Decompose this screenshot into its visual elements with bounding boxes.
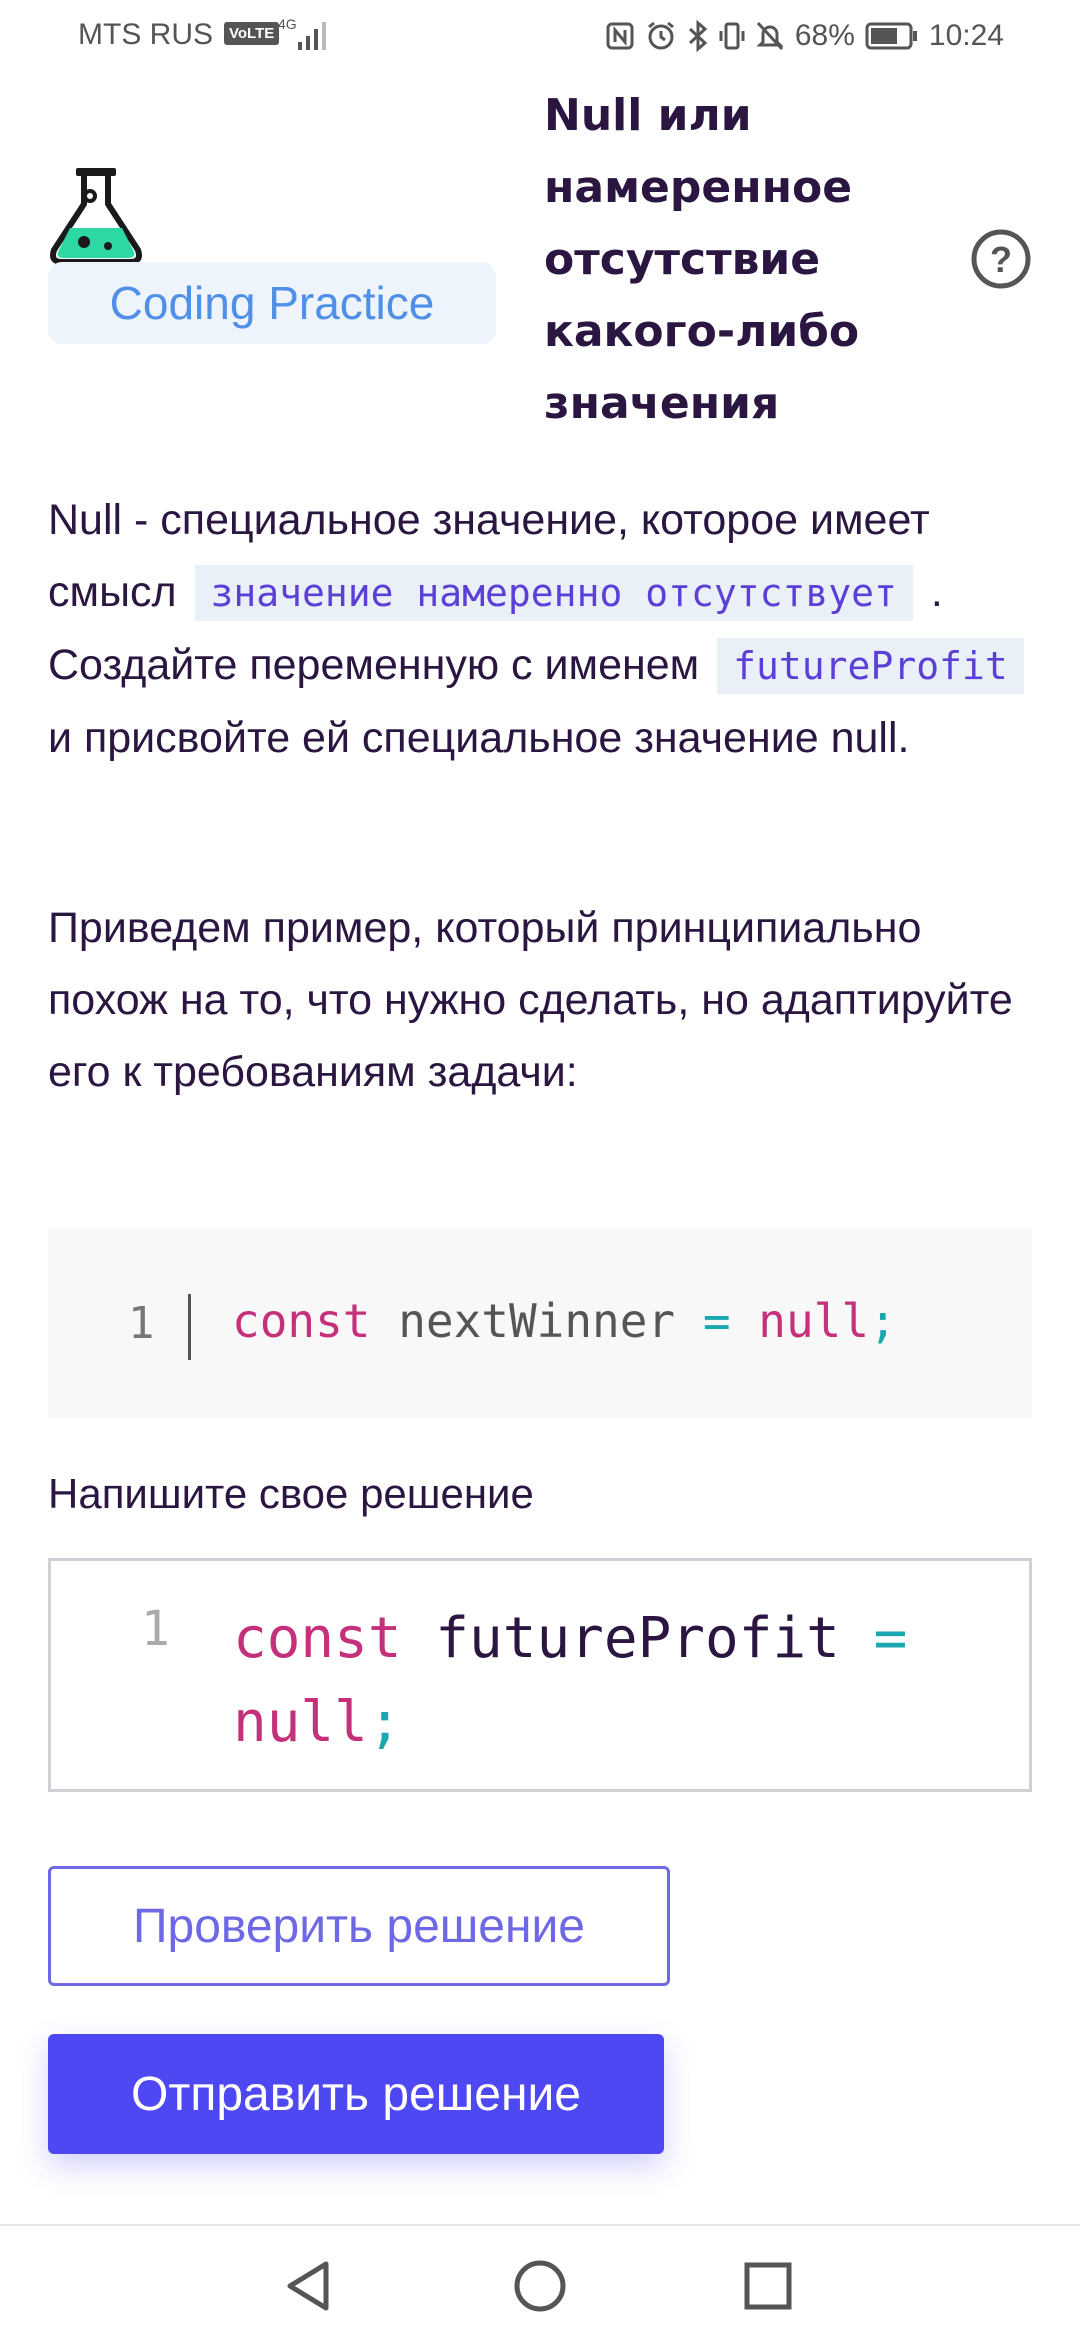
page-title: Null или намеренное отсутствие какого-ли… <box>544 90 860 429</box>
line-number: 1 <box>128 1298 155 1349</box>
inline-code: значение намеренно отсутствует <box>194 565 913 621</box>
example-intro: Приведем пример, который принципиально п… <box>48 904 1013 1096</box>
clock: 10:24 <box>928 19 1004 52</box>
volte-badge: VoLTE <box>224 22 280 45</box>
code-value: null <box>233 1690 368 1755</box>
signal-icon <box>298 22 326 50</box>
example-code-block: 1 const nextWinner = null; <box>48 1228 1032 1418</box>
example-code-line: const nextWinner = null; <box>232 1294 897 1348</box>
battery-icon <box>865 22 917 50</box>
home-icon[interactable] <box>510 2256 570 2316</box>
status-icons: 68% 10:24 <box>605 14 1004 58</box>
bluetooth-icon <box>688 20 708 52</box>
code-keyword: const <box>232 1294 371 1348</box>
carrier-name: MTS RUS <box>78 18 213 51</box>
inline-code: futureProfit <box>717 638 1024 694</box>
category-badge: Coding Practice <box>48 262 496 344</box>
task-description: Null - специальное значение, которое име… <box>48 484 1032 774</box>
back-icon[interactable] <box>280 2256 340 2316</box>
code-value: null <box>758 1294 870 1348</box>
check-solution-button[interactable]: Проверить решение <box>48 1866 670 1986</box>
code-terminator: ; <box>367 1690 402 1755</box>
alarm-icon <box>647 21 674 50</box>
code-identifier: nextWinner <box>398 1294 676 1348</box>
code-operator: = <box>873 1606 908 1671</box>
recent-apps-icon[interactable] <box>738 2256 798 2316</box>
editor-code-line[interactable]: const futureProfit = null; <box>233 1597 993 1765</box>
line-number: 1 <box>141 1601 170 1657</box>
vibrate-icon <box>719 22 745 50</box>
help-icon[interactable]: ? <box>970 228 1032 290</box>
mute-icon <box>756 21 784 51</box>
code-editor[interactable]: 1 const futureProfit = null; <box>48 1558 1032 1792</box>
code-operator: = <box>702 1294 731 1348</box>
code-identifier: futureProfit <box>435 1606 840 1671</box>
description-text: и присвойте ей специальное значение null… <box>48 714 910 762</box>
category-badge-label: Coding Practice <box>109 277 435 329</box>
nfc-icon <box>606 22 634 50</box>
code-terminator: ; <box>869 1294 897 1348</box>
code-keyword: const <box>233 1606 402 1671</box>
gutter-divider <box>188 1294 191 1360</box>
system-nav-bar <box>0 2224 1080 2340</box>
solution-label: Напишите свое решение <box>48 1470 534 1517</box>
network-type: 4G <box>278 16 297 32</box>
status-bar: MTS RUS VoLTE 4G 68% 10:24 <box>0 0 1080 72</box>
battery-percent: 68% <box>794 19 855 52</box>
flask-icon <box>50 168 142 265</box>
submit-solution-button[interactable]: Отправить решение <box>48 2034 664 2154</box>
svg-text:?: ? <box>990 239 1012 280</box>
